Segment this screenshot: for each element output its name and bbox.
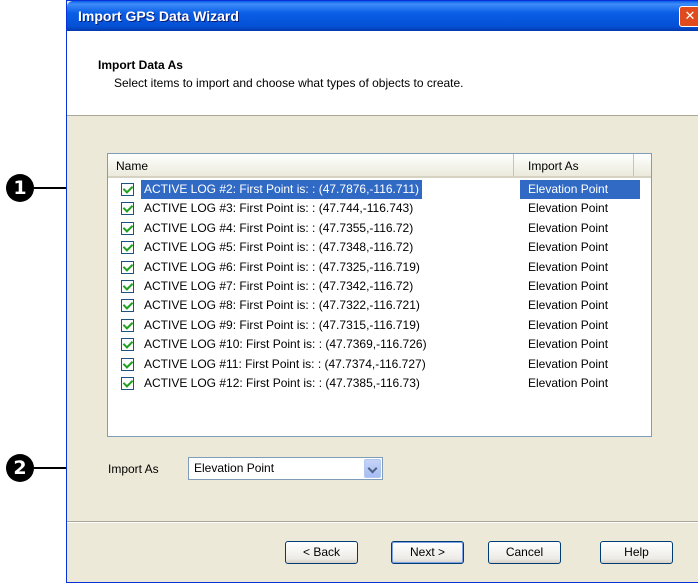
row-name: ACTIVE LOG #3: First Point is: : (47.744… — [144, 201, 414, 216]
row-name: ACTIVE LOG #6: First Point is: : (47.732… — [144, 259, 420, 274]
row-checkbox[interactable] — [121, 183, 134, 196]
row-import-as: Elevation Point — [528, 356, 609, 371]
row-checkbox[interactable] — [121, 221, 134, 235]
close-icon[interactable]: ✕ — [679, 6, 698, 27]
row-name: ACTIVE LOG #10: First Point is: : (47.73… — [144, 337, 427, 352]
table-row[interactable]: ACTIVE LOG #12: First Point is: : (47.73… — [108, 374, 651, 393]
import-as-value: Elevation Point — [194, 461, 275, 475]
row-name: ACTIVE LOG #12: First Point is: : (47.73… — [144, 375, 420, 390]
chevron-down-icon[interactable] — [364, 459, 381, 478]
table-row[interactable]: ACTIVE LOG #4: First Point is: : (47.735… — [108, 219, 651, 238]
row-import-as: Elevation Point — [528, 337, 609, 352]
table-row[interactable]: ACTIVE LOG #7: First Point is: : (47.734… — [108, 277, 651, 296]
next-button[interactable]: Next > — [391, 541, 464, 564]
page-subtitle: Select items to import and choose what t… — [114, 76, 464, 90]
import-as-dropdown[interactable]: Elevation Point — [188, 457, 383, 480]
callout-1: 1 — [6, 174, 34, 202]
import-as-label: Import As — [108, 462, 159, 476]
row-import-as: Elevation Point — [528, 220, 609, 235]
column-header-name[interactable]: Name — [116, 154, 514, 176]
wizard-window: Import GPS Data Wizard ✕ Import Data As … — [66, 0, 698, 583]
table-row[interactable]: ACTIVE LOG #10: First Point is: : (47.73… — [108, 335, 651, 354]
row-name: ACTIVE LOG #9: First Point is: : (47.731… — [144, 317, 420, 332]
row-checkbox[interactable] — [121, 338, 134, 352]
wizard-header: Import Data As Select items to import an… — [67, 31, 698, 116]
row-name: ACTIVE LOG #2: First Point is: : (47.787… — [141, 180, 423, 199]
row-checkbox[interactable] — [121, 279, 134, 293]
button-separator — [67, 521, 698, 523]
row-import-as: Elevation Point — [520, 180, 640, 199]
row-import-as: Elevation Point — [528, 317, 609, 332]
cancel-button[interactable]: Cancel — [488, 541, 561, 564]
row-checkbox[interactable] — [121, 318, 134, 332]
help-button[interactable]: Help — [600, 541, 673, 564]
row-import-as: Elevation Point — [528, 298, 609, 313]
window-title: Import GPS Data Wizard — [78, 8, 239, 24]
row-import-as: Elevation Point — [528, 278, 609, 293]
table-row[interactable]: ACTIVE LOG #5: First Point is: : (47.734… — [108, 238, 651, 257]
row-checkbox[interactable] — [121, 260, 134, 274]
import-items-list[interactable]: Name Import As ACTIVE LOG #2: First Poin… — [107, 153, 652, 437]
row-import-as: Elevation Point — [528, 375, 609, 390]
table-row[interactable]: ACTIVE LOG #6: First Point is: : (47.732… — [108, 258, 651, 277]
table-row[interactable]: ACTIVE LOG #3: First Point is: : (47.744… — [108, 199, 651, 218]
title-bar[interactable]: Import GPS Data Wizard ✕ — [67, 1, 698, 31]
row-name: ACTIVE LOG #5: First Point is: : (47.734… — [144, 240, 414, 255]
row-name: ACTIVE LOG #4: First Point is: : (47.735… — [144, 220, 414, 235]
row-checkbox[interactable] — [121, 241, 134, 255]
table-row[interactable]: ACTIVE LOG #9: First Point is: : (47.731… — [108, 316, 651, 335]
row-checkbox[interactable] — [121, 376, 134, 390]
callout-2: 2 — [6, 454, 34, 482]
row-name: ACTIVE LOG #7: First Point is: : (47.734… — [144, 278, 414, 293]
row-checkbox[interactable] — [121, 299, 134, 313]
back-button[interactable]: < Back — [285, 541, 358, 564]
table-row[interactable]: ACTIVE LOG #2: First Point is: : (47.787… — [108, 180, 651, 199]
column-header-import-as[interactable]: Import As — [518, 154, 634, 176]
row-name: ACTIVE LOG #11: First Point is: : (47.73… — [144, 356, 426, 371]
list-rows: ACTIVE LOG #2: First Point is: : (47.787… — [108, 180, 651, 393]
row-name: ACTIVE LOG #8: First Point is: : (47.732… — [144, 298, 420, 313]
table-row[interactable]: ACTIVE LOG #11: First Point is: : (47.73… — [108, 355, 651, 374]
row-import-as: Elevation Point — [528, 201, 609, 216]
row-import-as: Elevation Point — [528, 240, 609, 255]
table-row[interactable]: ACTIVE LOG #8: First Point is: : (47.732… — [108, 296, 651, 315]
row-import-as: Elevation Point — [528, 259, 609, 274]
list-header: Name Import As — [108, 154, 651, 178]
row-checkbox[interactable] — [121, 357, 134, 371]
page-title: Import Data As — [98, 58, 183, 72]
row-checkbox[interactable] — [121, 202, 134, 216]
